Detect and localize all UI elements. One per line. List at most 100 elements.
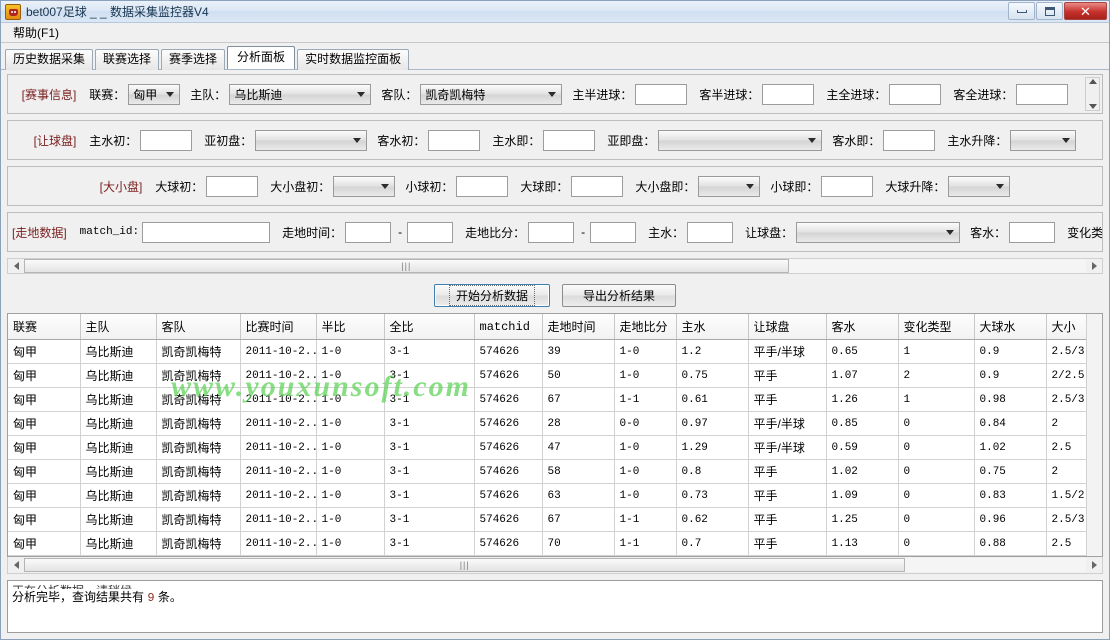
league-select[interactable]: 匈甲	[128, 84, 180, 105]
grid-scroll-left-button[interactable]	[8, 558, 24, 572]
cell-live-score: 1-0	[614, 460, 676, 484]
over-open-input[interactable]	[206, 176, 258, 197]
scroll-up-icon[interactable]	[1089, 79, 1097, 84]
tab-realtime-monitor[interactable]: 实时数据监控面板	[297, 49, 409, 70]
cell-change-type: 0	[898, 460, 974, 484]
table-row[interactable]: 匈甲 乌比斯迪 凯奇凯梅特 2011-10-2... 1-0 3-1 57462…	[8, 484, 1103, 508]
col-full-score[interactable]: 全比	[384, 314, 474, 340]
tab-history-collection[interactable]: 历史数据采集	[5, 49, 93, 70]
col-half-score[interactable]: 半比	[316, 314, 384, 340]
col-change-type[interactable]: 变化类型	[898, 314, 974, 340]
ou-line-live-select[interactable]	[698, 176, 760, 197]
col-live-time[interactable]: 走地时间	[542, 314, 614, 340]
col-live-score[interactable]: 走地比分	[614, 314, 676, 340]
tab-analysis-panel[interactable]: 分析面板	[227, 46, 295, 69]
col-handicap[interactable]: 让球盘	[748, 314, 826, 340]
table-row[interactable]: 匈甲 乌比斯迪 凯奇凯梅特 2011-10-2... 1-0 3-1 57462…	[8, 388, 1103, 412]
menu-item-help[interactable]: 帮助(F1)	[7, 22, 65, 43]
close-button[interactable]: ✕	[1064, 2, 1107, 20]
table-row[interactable]: 匈甲 乌比斯迪 凯奇凯梅特 2011-10-2... 1-0 3-1 57462…	[8, 460, 1103, 484]
table-row[interactable]: 匈甲 乌比斯迪 凯奇凯梅特 2011-10-2... 1-0 3-1 57462…	[8, 436, 1103, 460]
action-button-row: 开始分析数据 导出分析结果	[7, 284, 1103, 307]
cell-handicap: 平手/半球	[748, 340, 826, 364]
cell-league: 匈甲	[8, 508, 80, 532]
home-water-live-input[interactable]	[543, 130, 595, 151]
away-water-live-input[interactable]	[883, 130, 935, 151]
table-header-row: 联赛 主队 客队 比赛时间 半比 全比 matchid 走地时间 走地比分 主水…	[8, 314, 1103, 340]
over-live-input[interactable]	[571, 176, 623, 197]
live-home-water-input[interactable]	[687, 222, 733, 243]
cell-match-time: 2011-10-2...	[240, 388, 316, 412]
away-water-open-input[interactable]	[428, 130, 480, 151]
cell-matchid: 574626	[474, 460, 542, 484]
maximize-button[interactable]	[1036, 2, 1063, 20]
home-full-goals-input[interactable]	[889, 84, 941, 105]
col-match-time[interactable]: 比赛时间	[240, 314, 316, 340]
cell-handicap: 平手	[748, 388, 826, 412]
tab-league-select[interactable]: 联赛选择	[95, 49, 159, 70]
live-score-from-input[interactable]	[528, 222, 574, 243]
live-score-to-input[interactable]	[590, 222, 636, 243]
home-half-goals-input[interactable]	[635, 84, 687, 105]
asia-handicap-live-select[interactable]	[658, 130, 822, 151]
maximize-icon	[1045, 7, 1055, 16]
live-score-range-dash: -	[581, 225, 585, 239]
away-full-goals-input[interactable]	[1016, 84, 1068, 105]
filter-scroll-track[interactable]: |||	[24, 259, 1086, 273]
cell-home-team: 乌比斯迪	[80, 484, 156, 508]
filter-scroll-thumb[interactable]: |||	[24, 259, 789, 273]
tab-season-select[interactable]: 赛季选择	[161, 49, 225, 70]
col-home-water[interactable]: 主水	[676, 314, 748, 340]
home-water-open-input[interactable]	[140, 130, 192, 151]
filter-horizontal-scrollbar[interactable]: |||	[7, 258, 1103, 274]
match-info-spinner-scrollbar[interactable]	[1085, 77, 1100, 111]
col-away-team[interactable]: 客队	[156, 314, 240, 340]
cell-league: 匈甲	[8, 484, 80, 508]
over-trend-select[interactable]	[948, 176, 1010, 197]
under-live-input[interactable]	[821, 176, 873, 197]
col-away-water[interactable]: 客水	[826, 314, 898, 340]
live-time-from-input[interactable]	[345, 222, 391, 243]
cell-half-score: 1-0	[316, 412, 384, 436]
cell-change-type: 1	[898, 340, 974, 364]
scroll-down-icon[interactable]	[1089, 104, 1097, 109]
cell-league: 匈甲	[8, 436, 80, 460]
grid-vertical-scrollbar[interactable]	[1086, 314, 1102, 556]
status-log[interactable]: 正在分析数据，请稍候... 分析完毕，查询结果共有 9 条。	[7, 580, 1103, 633]
start-analysis-button[interactable]: 开始分析数据	[434, 284, 550, 307]
ou-line-live-label: 大小盘即：	[635, 178, 695, 195]
col-over-water[interactable]: 大球水	[974, 314, 1046, 340]
grid-scroll-right-button[interactable]	[1086, 558, 1102, 572]
live-handicap-select[interactable]	[796, 222, 960, 243]
live-away-water-input[interactable]	[1009, 222, 1055, 243]
match-id-input[interactable]	[142, 222, 270, 243]
asia-handicap-open-select[interactable]	[255, 130, 367, 151]
home-team-select[interactable]: 乌比斯迪	[229, 84, 371, 105]
table-row[interactable]: 匈甲 乌比斯迪 凯奇凯梅特 2011-10-2... 1-0 3-1 57462…	[8, 340, 1103, 364]
minimize-button[interactable]	[1008, 2, 1035, 20]
league-select-value: 匈甲	[133, 86, 157, 103]
col-home-team[interactable]: 主队	[80, 314, 156, 340]
home-water-trend-select[interactable]	[1010, 130, 1076, 151]
grid-scroll-thumb[interactable]: |||	[24, 558, 905, 572]
away-half-goals-input[interactable]	[762, 84, 814, 105]
live-time-to-input[interactable]	[407, 222, 453, 243]
table-row[interactable]: 匈甲 乌比斯迪 凯奇凯梅特 2011-10-2... 1-0 3-1 57462…	[8, 508, 1103, 532]
table-row[interactable]: 匈甲 乌比斯迪 凯奇凯梅特 2011-10-2... 1-0 3-1 57462…	[8, 532, 1103, 556]
cell-matchid: 574626	[474, 340, 542, 364]
cell-away-team: 凯奇凯梅特	[156, 388, 240, 412]
under-open-input[interactable]	[456, 176, 508, 197]
grid-scroll-track[interactable]: |||	[24, 558, 1086, 572]
export-result-button[interactable]: 导出分析结果	[562, 284, 676, 307]
table-row[interactable]: 匈甲 乌比斯迪 凯奇凯梅特 2011-10-2... 1-0 3-1 57462…	[8, 364, 1103, 388]
ou-line-open-select[interactable]	[333, 176, 395, 197]
cell-match-time: 2011-10-2...	[240, 364, 316, 388]
table-row[interactable]: 匈甲 乌比斯迪 凯奇凯梅特 2011-10-2... 1-0 3-1 57462…	[8, 412, 1103, 436]
scroll-left-button[interactable]	[8, 259, 24, 273]
scroll-right-button[interactable]	[1086, 259, 1102, 273]
away-team-select[interactable]: 凯奇凯梅特	[420, 84, 562, 105]
grid-horizontal-scrollbar[interactable]: |||	[7, 557, 1103, 574]
col-league[interactable]: 联赛	[8, 314, 80, 340]
col-matchid[interactable]: matchid	[474, 314, 542, 340]
cell-live-time: 58	[542, 460, 614, 484]
